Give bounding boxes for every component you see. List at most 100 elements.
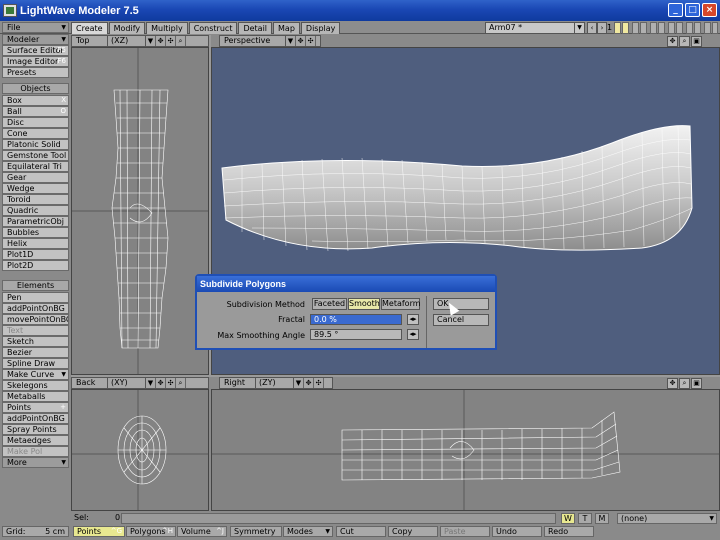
texture-map-button[interactable]: T [578,513,592,524]
undo-button[interactable]: Undo [492,526,542,537]
layer-9-button[interactable] [686,22,693,34]
element-more[interactable]: More ▼ [2,457,69,468]
points-mode-button[interactable]: Points ^G [73,526,125,537]
top-axis-label[interactable]: (XZ) [108,36,146,46]
chevron-down-icon[interactable]: ▼ [146,378,156,388]
minimize-button[interactable]: _ [668,3,683,17]
copy-button[interactable]: Copy [388,526,438,537]
fractal-stepper-icon[interactable]: ◂▸ [407,314,419,325]
cut-button[interactable]: Cut [336,526,386,537]
method-metaform[interactable]: Metaform [381,298,421,310]
element-bezier[interactable]: Bezier [2,347,69,358]
maximize-viewport-icon[interactable]: ▣ [691,36,702,47]
chevron-down-icon[interactable]: ▼ [286,36,296,46]
tool-cone[interactable]: Cone [2,128,69,139]
file-menu[interactable]: File ▼ [2,22,69,33]
next-layer-button[interactable]: › [597,22,607,34]
close-button[interactable]: × [702,3,717,17]
angle-field[interactable]: 89.5 ° [310,329,402,340]
tool-box[interactable]: Box X [2,95,69,106]
chevron-down-icon[interactable]: ▼ [294,378,304,388]
right-axis-label[interactable]: (ZY) [256,378,294,388]
volume-mode-button[interactable]: Volume ^J [177,526,227,537]
right-view-label[interactable]: Right [220,378,256,388]
element-movepointonbg[interactable]: movePointOnBG [2,314,69,325]
method-smooth[interactable]: Smooth [348,298,380,310]
zoom-icon[interactable]: ⌕ [679,36,690,47]
element-addpointonbg[interactable]: addPointOnBG [2,303,69,314]
layer-4-button[interactable] [640,22,647,34]
layer-3-button[interactable] [632,22,639,34]
layer-6-button[interactable] [658,22,665,34]
layer-7-button[interactable] [668,22,675,34]
tab-create[interactable]: Create [71,22,108,34]
cancel-button[interactable]: Cancel [433,314,489,326]
polygons-mode-button[interactable]: Polygons ^H [126,526,176,537]
tab-map[interactable]: Map [273,22,300,34]
prev-layer-button[interactable]: ‹ [587,22,597,34]
fractal-field[interactable]: 0.0 % [310,314,402,325]
tab-detail[interactable]: Detail [238,22,273,34]
angle-stepper-icon[interactable]: ◂▸ [407,329,419,340]
tool-wedge[interactable]: Wedge [2,183,69,194]
perspective-view-label[interactable]: Perspective [220,36,286,46]
tool-bubbles[interactable]: Bubbles [2,227,69,238]
image-editor-button[interactable]: Image Editor F6 [2,56,69,67]
zoom-icon[interactable]: ⌕ [176,36,186,46]
element-metaballs[interactable]: Metaballs [2,391,69,402]
pan-icon[interactable]: ✣ [166,36,176,46]
redo-button[interactable]: Redo [544,526,594,537]
paste-button[interactable]: Paste [440,526,490,537]
element-text[interactable]: Text [2,325,69,336]
tool-parametricobj[interactable]: ParametricObj [2,216,69,227]
tool-gear[interactable]: Gear [2,172,69,183]
surface-editor-button[interactable]: Surface Editor F5 [2,45,69,56]
layer-12-button[interactable] [712,22,718,34]
modes-menu[interactable]: Modes ▼ [283,526,333,537]
zoom-icon[interactable]: ⌕ [176,378,186,388]
right-viewport[interactable] [211,389,720,511]
tool-gemstone-tool[interactable]: Gemstone Tool [2,150,69,161]
symmetry-button[interactable]: Symmetry [230,526,282,537]
ok-button[interactable]: OK [433,298,489,310]
morph-map-button[interactable]: M [595,513,609,524]
top-view-label[interactable]: Top [72,36,108,46]
layer-5-button[interactable] [650,22,657,34]
tool-plot1d[interactable]: Plot1D [2,249,69,260]
element-metaedges[interactable]: Metaedges [2,435,69,446]
move-icon[interactable]: ✥ [296,36,306,46]
pan-icon[interactable]: ✣ [314,378,324,388]
back-axis-label[interactable]: (XY) [108,378,146,388]
weight-map-button[interactable]: W [561,513,575,524]
tool-toroid[interactable]: Toroid [2,194,69,205]
chevron-down-icon[interactable]: ▼ [146,36,156,46]
layer-1-button[interactable] [614,22,621,34]
element-skelegons[interactable]: Skelegons [2,380,69,391]
element-make-pol[interactable]: Make Pol [2,446,69,457]
maximize-button[interactable]: □ [685,3,700,17]
element-spray-points[interactable]: Spray Points [2,424,69,435]
element-spline-draw[interactable]: Spline Draw [2,358,69,369]
move-icon[interactable]: ✥ [156,378,166,388]
tool-platonic-solid[interactable]: Platonic Solid [2,139,69,150]
tool-equilateral-tri[interactable]: Equilateral Tri [2,161,69,172]
vmap-selector[interactable]: (none) ▼ [617,513,717,524]
back-viewport[interactable] [71,389,209,511]
pan-icon[interactable]: ✣ [166,378,176,388]
layer-2-button[interactable] [622,22,629,34]
layer-11-button[interactable] [704,22,711,34]
element-sketch[interactable]: Sketch [2,336,69,347]
zoom-icon[interactable]: ⌕ [679,378,690,389]
element-pen[interactable]: Pen [2,292,69,303]
tool-ball[interactable]: Ball O [2,106,69,117]
maximize-viewport-icon[interactable]: ▣ [691,378,702,389]
element-addpointonbg[interactable]: addPointOnBG [2,413,69,424]
tool-disc[interactable]: Disc [2,117,69,128]
pan-icon[interactable]: ✣ [306,36,316,46]
tab-display[interactable]: Display [300,22,341,34]
tool-helix[interactable]: Helix [2,238,69,249]
rotate-icon[interactable]: ✥ [667,36,678,47]
tool-quadric[interactable]: Quadric [2,205,69,216]
tab-construct[interactable]: Construct [188,22,238,34]
move-icon[interactable]: ✥ [304,378,314,388]
